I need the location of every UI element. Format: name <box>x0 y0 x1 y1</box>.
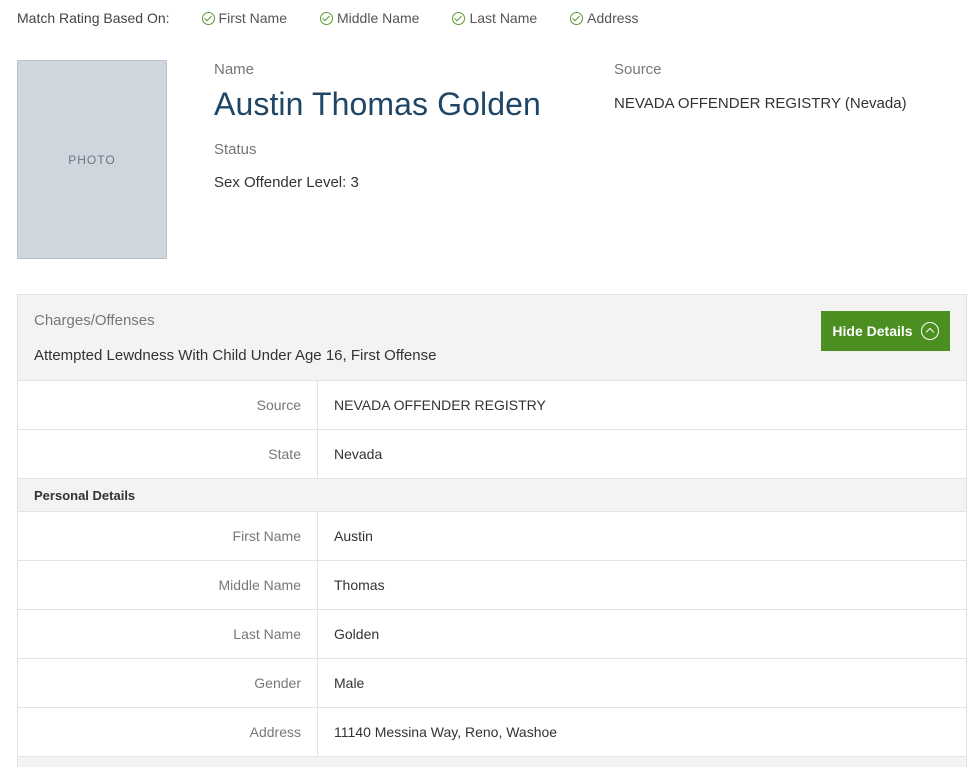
record-name: Austin Thomas Golden <box>214 86 541 122</box>
status-label: Status <box>214 141 257 158</box>
match-criterion-label: Middle Name <box>336 10 420 26</box>
charges-value: Attempted Lewdness With Child Under Age … <box>34 347 437 364</box>
personal-row-first-name: First Name Austin <box>18 512 966 561</box>
check-circle-icon <box>452 11 466 25</box>
detail-row-state: State Nevada <box>18 430 966 479</box>
photo-placeholder-label: photo <box>68 152 116 167</box>
name-label: Name <box>214 61 255 78</box>
detail-value: 11140 Messina Way, Reno, Washoe <box>334 724 558 740</box>
charges-title: Charges/Offenses <box>34 312 155 329</box>
personal-row-gender: Gender Male <box>18 659 966 708</box>
record-photo-placeholder: photo <box>17 60 167 259</box>
detail-label: Gender <box>18 659 318 707</box>
status-block: Status Sex Offender Level: 3 <box>214 141 359 191</box>
detail-value: Male <box>334 675 365 691</box>
match-criterion-label: First Name <box>218 10 287 26</box>
detail-value: Austin <box>334 528 373 544</box>
charges-header: Charges/Offenses Attempted Lewdness With… <box>18 295 966 381</box>
personal-row-address: Address 11140 Messina Way, Reno, Washoe <box>18 708 966 757</box>
match-rating-label: Match Rating Based On: <box>17 10 170 26</box>
detail-label: State <box>18 430 318 478</box>
check-circle-icon <box>319 11 333 25</box>
detail-row-source: Source NEVADA OFFENDER REGISTRY <box>18 381 966 430</box>
check-circle-icon <box>570 11 584 25</box>
match-criterion-last-name: Last Name <box>452 10 537 26</box>
personal-row-middle-name: Middle Name Thomas <box>18 561 966 610</box>
detail-label: Middle Name <box>18 561 318 609</box>
name-block: Name Austin Thomas Golden <box>214 61 541 123</box>
source-block: Source NEVADA OFFENDER REGISTRY (Nevada) <box>614 61 907 112</box>
details-panel: Charges/Offenses Attempted Lewdness With… <box>17 294 967 767</box>
match-rating-bar: Match Rating Based On: First Name Middle… <box>17 10 672 26</box>
match-criterion-address: Address <box>570 10 639 26</box>
hide-details-button[interactable]: Hide Details <box>821 311 950 351</box>
match-criterion-first-name: First Name <box>201 10 287 26</box>
hide-details-label: Hide Details <box>832 323 913 339</box>
detail-value: Thomas <box>334 577 385 593</box>
personal-details-heading: Personal Details <box>18 479 966 512</box>
detail-value: Nevada <box>334 446 383 462</box>
check-circle-icon <box>201 11 215 25</box>
source-value: NEVADA OFFENDER REGISTRY (Nevada) <box>614 95 907 112</box>
detail-label: Source <box>18 381 318 429</box>
status-value: Sex Offender Level: 3 <box>214 174 359 191</box>
detail-label: First Name <box>18 512 318 560</box>
detail-value: NEVADA OFFENDER REGISTRY <box>334 397 546 413</box>
panel-continuation <box>18 757 966 767</box>
source-label: Source <box>614 61 662 78</box>
match-criterion-middle-name: Middle Name <box>319 10 420 26</box>
match-criterion-label: Last Name <box>469 10 538 26</box>
detail-label: Address <box>18 708 318 756</box>
chevron-up-circle-icon <box>920 322 939 340</box>
match-criterion-label: Address <box>587 10 639 26</box>
detail-label: Last Name <box>18 610 318 658</box>
personal-row-last-name: Last Name Golden <box>18 610 966 659</box>
detail-value: Golden <box>334 626 380 642</box>
